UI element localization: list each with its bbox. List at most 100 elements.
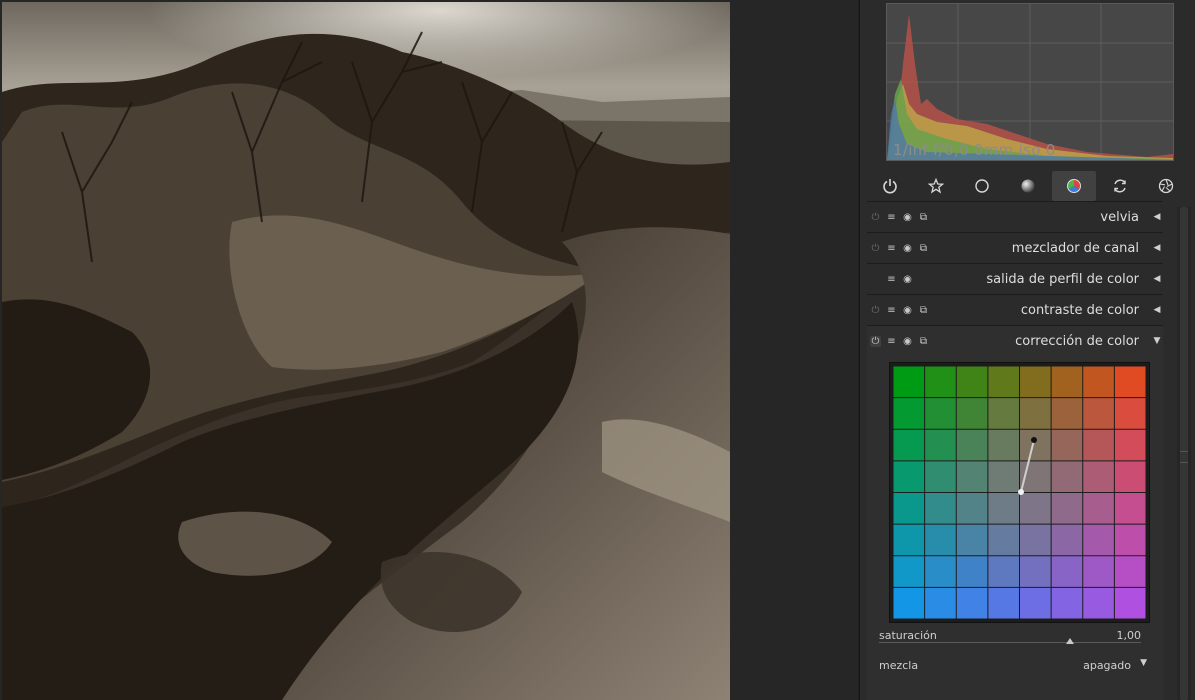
color-grid-cell[interactable] bbox=[1020, 366, 1051, 398]
group-basic-button[interactable] bbox=[960, 171, 1004, 201]
group-active-modules-button[interactable] bbox=[868, 171, 912, 201]
color-grid-cell[interactable] bbox=[956, 524, 988, 556]
color-grid-cell[interactable] bbox=[1114, 587, 1146, 619]
color-grid-cell[interactable] bbox=[1051, 398, 1083, 429]
reset-icon[interactable]: ◉ bbox=[902, 212, 913, 223]
color-grid-cell[interactable] bbox=[1114, 398, 1146, 429]
color-grid-cell[interactable] bbox=[1114, 493, 1146, 524]
color-grid-cell[interactable] bbox=[988, 493, 1020, 524]
color-grid-cell[interactable] bbox=[956, 461, 988, 493]
color-grid-cell[interactable] bbox=[1083, 587, 1114, 619]
color-grid-cell[interactable] bbox=[893, 461, 925, 493]
color-grid-cell[interactable] bbox=[893, 524, 925, 556]
collapse-arrow-icon[interactable]: ◀ bbox=[1151, 243, 1163, 253]
color-grid-cell[interactable] bbox=[956, 493, 988, 524]
color-grid-cell[interactable] bbox=[1051, 429, 1083, 461]
blend-select[interactable]: apagado bbox=[1083, 659, 1131, 672]
color-grid-cell[interactable] bbox=[1083, 429, 1114, 461]
color-grid-cell[interactable] bbox=[1020, 556, 1051, 587]
color-grid-cell[interactable] bbox=[1083, 493, 1114, 524]
color-grid-cell[interactable] bbox=[956, 398, 988, 429]
color-grid-cell[interactable] bbox=[1020, 587, 1051, 619]
color-grid-cell[interactable] bbox=[1083, 524, 1114, 556]
shadow-handle[interactable] bbox=[1018, 489, 1024, 495]
group-effect-button[interactable] bbox=[1144, 171, 1188, 201]
reset-icon[interactable]: ◉ bbox=[902, 336, 913, 347]
color-grid-cell[interactable] bbox=[925, 398, 956, 429]
color-grid-cell[interactable] bbox=[1114, 556, 1146, 587]
saturation-slider[interactable] bbox=[879, 642, 1141, 643]
color-grid-cell[interactable] bbox=[893, 398, 925, 429]
color-grid-cell[interactable] bbox=[925, 429, 956, 461]
color-grid-cell[interactable] bbox=[956, 556, 988, 587]
power-icon[interactable]: ⏻ bbox=[870, 212, 881, 223]
color-grid-cell[interactable] bbox=[1083, 556, 1114, 587]
color-grid-cell[interactable] bbox=[988, 461, 1020, 493]
color-grid-cell[interactable] bbox=[1114, 524, 1146, 556]
saturation-slider-handle[interactable] bbox=[1066, 638, 1075, 644]
group-correct-button[interactable] bbox=[1098, 171, 1142, 201]
color-grid-cell[interactable] bbox=[1020, 398, 1051, 429]
module-header-velvia[interactable]: ⏻ ≡ ◉ ⧉ velvia ◀ bbox=[867, 201, 1163, 232]
color-grid-cell[interactable] bbox=[893, 429, 925, 461]
module-header-output-color-profile[interactable]: ⏻ ≡ ◉ salida de perfil de color ◀ bbox=[867, 263, 1163, 294]
group-color-button[interactable] bbox=[1052, 171, 1096, 201]
color-grid-cell[interactable] bbox=[988, 398, 1020, 429]
presets-icon[interactable]: ⧉ bbox=[918, 305, 929, 316]
presets-icon[interactable]: ⧉ bbox=[918, 243, 929, 254]
menu-icon[interactable]: ≡ bbox=[886, 212, 897, 223]
color-grid-cell[interactable] bbox=[988, 366, 1020, 398]
power-icon[interactable]: ⏻ bbox=[870, 305, 881, 316]
color-grid-cell[interactable] bbox=[925, 587, 956, 619]
menu-icon[interactable]: ≡ bbox=[886, 243, 897, 254]
color-grid-cell[interactable] bbox=[1051, 366, 1083, 398]
color-grid-cell[interactable] bbox=[1083, 398, 1114, 429]
collapse-arrow-icon[interactable]: ◀ bbox=[1151, 212, 1163, 222]
presets-icon[interactable]: ⧉ bbox=[918, 336, 929, 347]
module-scrollbar[interactable] bbox=[1177, 207, 1191, 700]
color-grid-cell[interactable] bbox=[1114, 366, 1146, 398]
menu-icon[interactable]: ≡ bbox=[886, 305, 897, 316]
chevron-down-icon[interactable]: ▼ bbox=[1140, 658, 1147, 668]
color-grid-cell[interactable] bbox=[988, 524, 1020, 556]
color-grid-cell[interactable] bbox=[1020, 524, 1051, 556]
color-grid-cell[interactable] bbox=[988, 429, 1020, 461]
highlight-handle[interactable] bbox=[1031, 437, 1037, 443]
color-grid-cell[interactable] bbox=[1020, 493, 1051, 524]
menu-icon[interactable]: ≡ bbox=[886, 274, 897, 285]
color-grid-cell[interactable] bbox=[925, 461, 956, 493]
color-grid-cell[interactable] bbox=[988, 556, 1020, 587]
color-grid-cell[interactable] bbox=[956, 429, 988, 461]
color-grid-cell[interactable] bbox=[1114, 429, 1146, 461]
histogram[interactable]: 1/inf f/0,0 0mm iso 0 bbox=[886, 3, 1174, 161]
color-grid-cell[interactable] bbox=[893, 556, 925, 587]
color-grid-cell[interactable] bbox=[1083, 461, 1114, 493]
reset-icon[interactable]: ◉ bbox=[902, 274, 913, 285]
menu-icon[interactable]: ≡ bbox=[886, 336, 897, 347]
color-grid-cell[interactable] bbox=[1051, 461, 1083, 493]
color-grid-cell[interactable] bbox=[956, 366, 988, 398]
color-grid-cell[interactable] bbox=[925, 366, 956, 398]
presets-icon[interactable]: ⧉ bbox=[918, 212, 929, 223]
power-icon[interactable]: ⏻ bbox=[870, 243, 881, 254]
color-grid-cell[interactable] bbox=[1020, 429, 1051, 461]
module-header-channel-mixer[interactable]: ⏻ ≡ ◉ ⧉ mezclador de canal ◀ bbox=[867, 232, 1163, 263]
collapse-arrow-icon[interactable]: ◀ bbox=[1151, 305, 1163, 315]
color-grid-cell[interactable] bbox=[893, 587, 925, 619]
color-grid-cell[interactable] bbox=[1114, 461, 1146, 493]
color-grid-cell[interactable] bbox=[1051, 587, 1083, 619]
collapse-arrow-icon[interactable]: ◀ bbox=[1151, 274, 1163, 284]
group-tone-button[interactable] bbox=[1006, 171, 1050, 201]
expand-arrow-icon[interactable]: ▼ bbox=[1151, 336, 1163, 346]
color-grid-cell[interactable] bbox=[893, 366, 925, 398]
color-correction-board[interactable] bbox=[889, 362, 1150, 623]
color-grid-cell[interactable] bbox=[893, 493, 925, 524]
color-grid-cell[interactable] bbox=[925, 493, 956, 524]
color-grid-cell[interactable] bbox=[988, 587, 1020, 619]
module-header-color-contrast[interactable]: ⏻ ≡ ◉ ⧉ contraste de color ◀ bbox=[867, 294, 1163, 325]
color-grid-cell[interactable] bbox=[1051, 493, 1083, 524]
group-favorites-button[interactable] bbox=[914, 171, 958, 201]
color-grid-cell[interactable] bbox=[1051, 556, 1083, 587]
reset-icon[interactable]: ◉ bbox=[902, 243, 913, 254]
module-header-color-correction[interactable]: ⏻ ≡ ◉ ⧉ corrección de color ▼ bbox=[867, 325, 1163, 356]
